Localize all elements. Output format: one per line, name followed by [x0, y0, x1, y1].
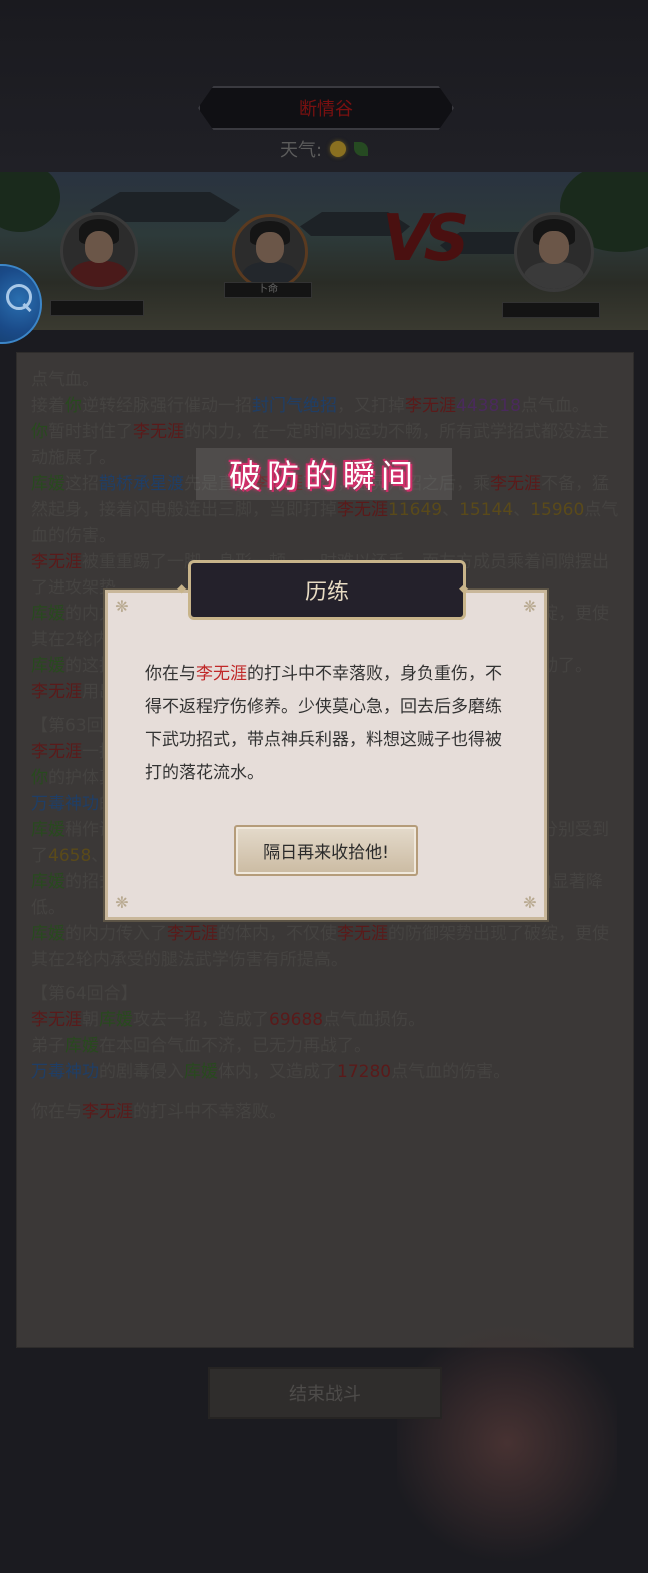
ink-wash-decoration	[397, 1313, 617, 1573]
leaf-icon	[354, 142, 369, 156]
ally-portrait-1[interactable]	[60, 212, 138, 290]
enemy-name: 李无涯	[196, 664, 247, 684]
enemy-name-plate	[502, 302, 600, 318]
enemy-portrait[interactable]	[514, 212, 594, 292]
vs-label: VS	[382, 202, 470, 276]
log-line: 库媛的内力传入了李无涯的体内，不仅使李无涯的防御架势出现了破绽，更使其在2轮内承…	[31, 924, 609, 970]
round-64-header: 【第64回合】	[31, 984, 138, 1004]
log-line: 点气血。	[31, 370, 99, 390]
battle-scene: 卜命 VS	[0, 172, 648, 330]
location-title: 断情谷	[198, 86, 454, 130]
log-line: 接着你逆转经脉强行催动一招封门气绝招，又打掉李无涯443818点气血。	[31, 396, 589, 416]
log-line: 李无涯朝库媛攻去一招，造成了69688点气血损伤。	[31, 1010, 426, 1030]
log-final-line: 你在与李无涯的打斗中不幸落败。	[31, 1102, 286, 1122]
dialog-title: ◆ 历练 ◆	[177, 560, 468, 620]
dialog-title-text: 历练	[304, 580, 349, 605]
ally-1-name-plate	[50, 300, 144, 316]
log-line: 万毒神功的剧毒侵入库媛体内，又造成了17280点气血的伤害。	[31, 1062, 511, 1082]
weather-label: 天气:	[279, 140, 323, 161]
ally-portrait-2[interactable]	[232, 214, 308, 290]
sun-icon	[330, 141, 347, 157]
overlay-caption: 破防的瞬间	[196, 448, 452, 500]
dialog-message: 你在与李无涯的打斗中不幸落败，身负重伤，不得不返程疗伤修养。少侠莫心急，回去后多…	[145, 664, 502, 783]
weather-row: 天气:	[0, 134, 648, 164]
confirm-button[interactable]: 隔日再来收拾他!	[234, 825, 418, 876]
end-battle-button[interactable]: 结束战斗	[208, 1367, 442, 1419]
top-bar: 断情谷 天气:	[0, 0, 648, 172]
ally-2-name-tag: 卜命	[224, 282, 312, 298]
log-line: 弟子库媛在本回合气血不济，已无力再战了。	[31, 1036, 371, 1056]
